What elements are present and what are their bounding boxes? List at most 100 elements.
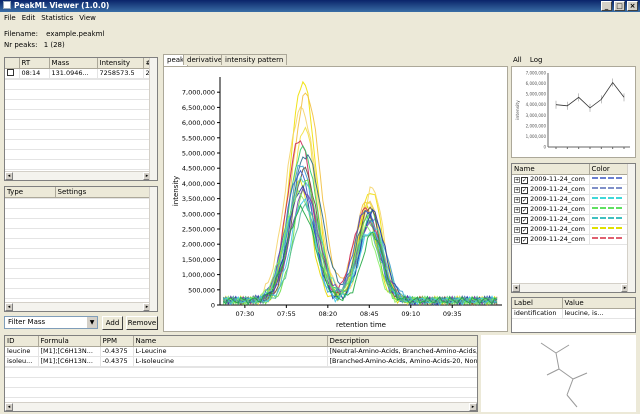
peaks-hscrollbar[interactable]: ◂ ▸	[5, 171, 151, 180]
sets-hscrollbar[interactable]: ◂ ▸	[512, 283, 629, 292]
table-row[interactable]: + 2009-11-24_com	[512, 214, 630, 225]
menu-view[interactable]: View	[79, 12, 96, 24]
table-row[interactable]: + 2009-11-24_com	[512, 224, 630, 235]
y-tick-label: 6,000,000	[182, 119, 215, 127]
col-rt[interactable]: RT	[19, 58, 50, 69]
set-color-swatch	[591, 227, 622, 229]
ident-formula: [M1];[C6H13N...	[38, 346, 101, 357]
scroll-left-arrow[interactable]: ◂	[512, 284, 520, 292]
table-row[interactable]: isoleu... [M1];[C6H13N... -0.4375 L-Isol…	[5, 356, 477, 367]
set-checkbox[interactable]	[521, 196, 528, 203]
set-color-swatch	[591, 187, 622, 189]
col-settings[interactable]: Settings	[55, 187, 152, 198]
table-row[interactable]: leucine [M1];[C6H13N... -0.4375 L-Leucin…	[5, 346, 477, 357]
chevron-down-icon[interactable]: ▼	[87, 317, 97, 328]
col-value[interactable]: Value	[562, 298, 635, 309]
y-tick-label: 1,000,000	[182, 271, 215, 279]
ident-ppm: -0.4375	[100, 346, 134, 357]
set-name-cell[interactable]: + 2009-11-24_com	[512, 174, 590, 185]
prop-value: leucine, is...	[562, 308, 635, 319]
tab-intensity-pattern[interactable]: intensity pattern	[221, 54, 288, 65]
set-color-cell[interactable]	[589, 234, 630, 245]
menu-edit[interactable]: Edit	[22, 12, 36, 24]
col-check[interactable]	[5, 58, 20, 69]
expand-icon[interactable]: +	[514, 206, 520, 213]
set-name-cell[interactable]: + 2009-11-24_com	[512, 234, 590, 245]
col-color[interactable]: Color	[589, 164, 630, 175]
y-tick-label: 4,000,000	[182, 180, 215, 188]
set-checkbox[interactable]	[521, 236, 528, 243]
table-row[interactable]: + 2009-11-24_com	[512, 174, 630, 185]
tab-all[interactable]: All	[513, 56, 522, 64]
set-color-cell[interactable]	[589, 204, 630, 215]
expand-icon[interactable]: +	[514, 186, 520, 193]
table-row[interactable]: identification leucine, is...	[512, 308, 635, 319]
add-button[interactable]: Add	[102, 316, 123, 330]
col-intensity[interactable]: Intensity	[97, 58, 144, 69]
set-color-cell[interactable]	[589, 184, 630, 195]
sets-vscrollbar[interactable]	[627, 164, 635, 292]
table-row[interactable]: + 2009-11-24_com	[512, 194, 630, 205]
col-name[interactable]: Name	[512, 164, 590, 175]
table-row[interactable]: + 2009-11-24_com	[512, 184, 630, 195]
expand-icon[interactable]: +	[514, 236, 520, 243]
identification-table-panel: ID Formula PPM Name Description leucine …	[4, 335, 478, 412]
tab-log[interactable]: Log	[530, 56, 543, 64]
empty-rows	[5, 79, 151, 173]
col-name[interactable]: Name	[133, 336, 328, 347]
maximize-button[interactable]: □	[614, 1, 625, 11]
close-button[interactable]: ×	[627, 1, 638, 11]
menu-file[interactable]: File	[4, 12, 16, 24]
set-name-cell[interactable]: + 2009-11-24_com	[512, 184, 590, 195]
set-checkbox[interactable]	[521, 206, 528, 213]
col-ppm[interactable]: PPM	[100, 336, 134, 347]
menu-bar: File Edit Statistics View	[0, 12, 640, 24]
remove-button[interactable]: Remove	[126, 316, 158, 330]
menu-statistics[interactable]: Statistics	[41, 12, 73, 24]
expand-icon[interactable]: +	[514, 226, 520, 233]
col-mass[interactable]: Mass	[49, 58, 98, 69]
set-checkbox[interactable]	[521, 176, 528, 183]
scroll-left-arrow[interactable]: ◂	[5, 172, 13, 180]
set-name-cell[interactable]: + 2009-11-24_com	[512, 224, 590, 235]
peak-checkbox[interactable]	[7, 69, 14, 76]
set-color-cell[interactable]	[589, 174, 630, 185]
col-formula[interactable]: Formula	[38, 336, 101, 347]
y-tick-label: 1,500,000	[182, 256, 215, 264]
peak-checkbox-cell[interactable]	[5, 68, 20, 79]
settings-vscrollbar[interactable]	[149, 187, 157, 311]
filter-select[interactable]: Filter Mass ▼	[4, 316, 98, 329]
ident-hscrollbar[interactable]: ◂ ▸	[5, 402, 477, 411]
y-tick-label: 7,000,000	[182, 89, 215, 97]
set-color-cell[interactable]	[589, 224, 630, 235]
col-description[interactable]: Description	[327, 336, 477, 347]
set-name-cell[interactable]: + 2009-11-24_com	[512, 194, 590, 205]
set-name-cell[interactable]: + 2009-11-24_com	[512, 214, 590, 225]
x-tick-label: 07:55	[277, 310, 296, 318]
table-row[interactable]: + 2009-11-24_com	[512, 234, 630, 245]
set-name-cell[interactable]: + 2009-11-24_com	[512, 204, 590, 215]
set-color-cell[interactable]	[589, 214, 630, 225]
col-label[interactable]: Label	[512, 298, 563, 309]
col-type[interactable]: Type	[5, 187, 56, 198]
set-checkbox[interactable]	[521, 186, 528, 193]
y-tick-label: 6,500,000	[182, 104, 215, 112]
table-row[interactable]: 08:14 131.0946... 7258573.5 28	[5, 68, 152, 79]
expand-icon[interactable]: +	[514, 176, 520, 183]
minimize-button[interactable]: _	[601, 1, 612, 11]
peaks-vscrollbar[interactable]	[149, 58, 157, 180]
set-checkbox[interactable]	[521, 226, 528, 233]
scroll-right-arrow[interactable]: ▸	[469, 403, 477, 411]
scroll-left-arrow[interactable]: ◂	[5, 303, 13, 311]
expand-icon[interactable]: +	[514, 196, 520, 203]
table-row[interactable]: + 2009-11-24_com	[512, 204, 630, 215]
set-checkbox[interactable]	[521, 216, 528, 223]
prop-label: identification	[512, 308, 563, 319]
scroll-left-arrow[interactable]: ◂	[5, 403, 13, 411]
y-tick-label: 2,500,000	[182, 226, 215, 234]
set-color-swatch	[591, 237, 622, 239]
expand-icon[interactable]: +	[514, 216, 520, 223]
col-id[interactable]: ID	[5, 336, 39, 347]
set-color-cell[interactable]	[589, 194, 630, 205]
settings-hscrollbar[interactable]: ◂ ▸	[5, 302, 151, 311]
